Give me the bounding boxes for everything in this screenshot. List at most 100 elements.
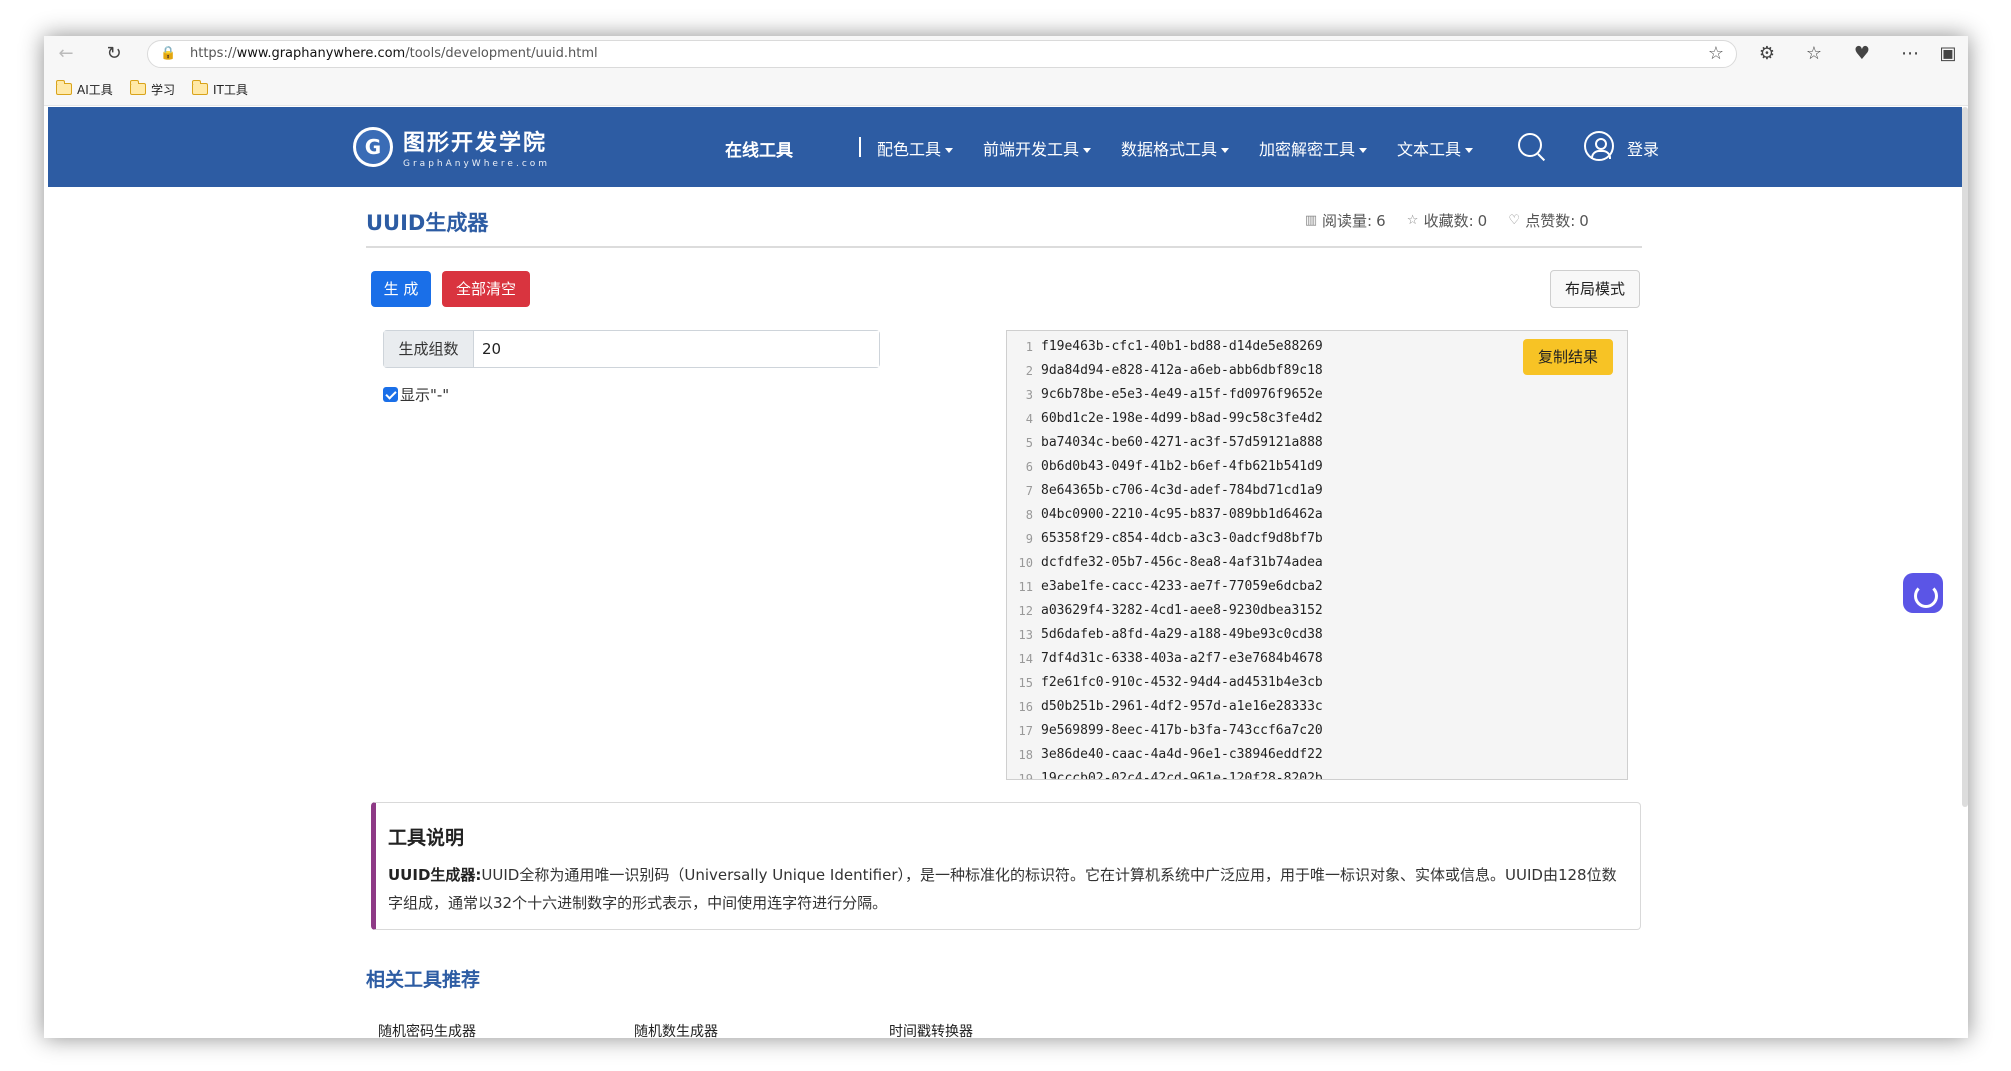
copy-result-button[interactable]: 复制结果 — [1523, 339, 1613, 375]
assistant-float-button[interactable] — [1903, 573, 1943, 613]
chevron-down-icon — [1221, 148, 1230, 153]
nav-color-tools[interactable]: 配色工具 — [877, 136, 954, 160]
nav-text-tools[interactable]: 文本工具 — [1397, 136, 1474, 160]
line-number: 8 — [1025, 508, 1033, 522]
folder-icon — [191, 80, 208, 95]
related-random-password[interactable]: 随机密码生成器 — [378, 1021, 476, 1038]
read-count-value: 6 — [1376, 211, 1386, 230]
favorite-count-label: 收藏数: — [1423, 212, 1474, 230]
output-line: 7 8e64365b-c706-4c3d-adef-784bd71cd1a9 — [1007, 479, 1627, 503]
line-number: 5 — [1025, 436, 1033, 450]
uuid-value: 04bc0900-2210-4c95-b837-089bb1d6462a — [1041, 507, 1323, 522]
bookmark-it-tools[interactable]: IT工具 — [191, 80, 248, 98]
star-icon: ☆ — [1406, 212, 1419, 228]
line-number: 17 — [1018, 724, 1033, 738]
output-line: 17 9e569899-8eec-417b-b3fa-743ccf6a7c20 — [1007, 719, 1627, 743]
output-line: 3 9c6b78be-e5e3-4e49-a15f-fd0976f9652e — [1007, 383, 1627, 407]
url-host: www.graphanywhere.com — [236, 46, 406, 61]
favorites-icon[interactable]: ☆ — [1802, 42, 1826, 66]
bookmark-ai-tools[interactable]: AI工具 — [55, 80, 113, 98]
like-count[interactable]: ♡ 点赞数: 0 — [1507, 210, 1589, 231]
logo-title: 图形开发学院 — [403, 131, 548, 156]
output-line: 11 e3abe1fe-cacc-4233-ae7f-77059e6dcba2 — [1007, 575, 1627, 599]
bookmark-label: IT工具 — [213, 82, 248, 97]
output-line: 8 04bc0900-2210-4c95-b837-089bb1d6462a — [1007, 503, 1627, 527]
nav-label: 加密解密工具 — [1259, 140, 1356, 159]
heart-icon: ♡ — [1508, 212, 1521, 228]
uuid-output[interactable]: 1 f19e463b-cfc1-40b1-bd88-d14de5e88269 2 9d… — [1006, 330, 1628, 780]
related-timestamp[interactable]: 时间戳转换器 — [889, 1021, 973, 1038]
search-icon[interactable] — [1518, 133, 1542, 157]
lock-icon: 🔒 — [160, 46, 177, 61]
show-dash-checkbox[interactable] — [383, 387, 398, 402]
page-scrollbar[interactable] — [1962, 107, 1968, 807]
browser-essentials-icon[interactable]: ♥ — [1850, 42, 1874, 66]
related-random-number[interactable]: 随机数生成器 — [634, 1021, 718, 1038]
page-stats: ▥ 阅读量: 6 ☆ 收藏数: 0 ♡ 点赞数: 0 — [1304, 210, 1589, 231]
uuid-value: f2e61fc0-910c-4532-94d4-ad4531b4e3cb — [1041, 675, 1323, 690]
url-prefix: https:// — [190, 46, 237, 61]
browser-toolbar: ← ↻ 🔒 https://www.graphanywhere.com/tool… — [44, 36, 1968, 72]
generate-button[interactable]: 生 成 — [371, 271, 431, 307]
nav-crypto-tools[interactable]: 加密解密工具 — [1259, 136, 1368, 160]
browser-window: ← ↻ 🔒 https://www.graphanywhere.com/tool… — [44, 36, 1968, 1038]
title-divider — [366, 246, 1642, 248]
output-line: 13 5d6dafeb-a8fd-4a29-a188-49be93c0cd38 — [1007, 623, 1627, 647]
read-count-label: 阅读量: — [1322, 212, 1373, 230]
logo-subtitle: GraphAnyWhere.com — [403, 159, 551, 169]
line-number: 2 — [1025, 364, 1033, 378]
output-line: 4 60bd1c2e-198e-4d99-b8ad-99c58c3fe4d2 — [1007, 407, 1627, 431]
favorite-count-value: 0 — [1477, 211, 1488, 230]
more-icon[interactable]: ⋯ — [1898, 42, 1922, 66]
show-dash-option[interactable]: 显示"-" — [383, 384, 449, 405]
line-number: 18 — [1018, 748, 1033, 762]
uuid-value: 60bd1c2e-198e-4d99-b8ad-99c58c3fe4d2 — [1041, 411, 1323, 426]
favorite-count[interactable]: ☆ 收藏数: 0 — [1406, 210, 1488, 231]
output-line: 10 dcfdfe32-05b7-456c-8ea8-4af31b74adea — [1007, 551, 1627, 575]
line-number: 7 — [1025, 484, 1033, 498]
line-number: 11 — [1018, 580, 1033, 594]
read-count: ▥ 阅读量: 6 — [1304, 210, 1386, 231]
line-number: 14 — [1018, 652, 1033, 666]
user-icon[interactable] — [1584, 131, 1614, 161]
bookmark-study[interactable]: 学习 — [129, 80, 175, 98]
tool-description: 工具说明 UUID生成器:UUID全称为通用唯一识别码（Universally … — [371, 802, 1641, 930]
uuid-value: 0b6d0b43-049f-41b2-b6ef-4fb621b541d9 — [1041, 459, 1323, 474]
line-number: 19 — [1018, 772, 1033, 780]
logo-icon — [353, 127, 393, 167]
login-link[interactable]: 登录 — [1627, 136, 1659, 160]
reload-icon[interactable]: ↻ — [102, 42, 126, 66]
like-count-label: 点赞数: — [1525, 212, 1576, 230]
layout-mode-button[interactable]: 布局模式 — [1550, 270, 1640, 308]
bookmark-star-icon[interactable]: ☆ — [1708, 43, 1724, 64]
uuid-value: 9c6b78be-e5e3-4e49-a15f-fd0976f9652e — [1041, 387, 1323, 402]
line-number: 4 — [1025, 412, 1033, 426]
line-number: 10 — [1018, 556, 1033, 570]
back-icon[interactable]: ← — [54, 42, 78, 66]
uuid-value: ba74034c-be60-4271-ac3f-57d59121a888 — [1041, 435, 1323, 450]
site-logo[interactable]: 图形开发学院 GraphAnyWhere.com — [353, 125, 550, 169]
nav-online-tools[interactable]: 在线工具 — [725, 136, 793, 161]
like-count-value: 0 — [1579, 211, 1589, 230]
url-path: /tools/development/uuid.html — [405, 46, 598, 61]
clear-all-button[interactable]: 全部清空 — [442, 271, 530, 307]
nav-label: 前端开发工具 — [983, 140, 1080, 159]
chevron-down-icon — [1465, 148, 1474, 153]
show-dash-label: 显示"-" — [400, 386, 450, 404]
sidebar-icon[interactable]: ▣ — [1936, 42, 1960, 66]
extensions-icon[interactable]: ⚙ — [1755, 42, 1779, 66]
page-title: UUID生成器 — [366, 211, 489, 235]
uuid-value: d50b251b-2961-4df2-957d-a1e16e28333c — [1041, 699, 1323, 714]
nav-frontend-tools[interactable]: 前端开发工具 — [983, 136, 1092, 160]
nav-label: 文本工具 — [1397, 140, 1462, 159]
count-input-group: 生成组数 — [383, 330, 880, 368]
uuid-value: a03629f4-3282-4cd1-aee8-9230dbea3152 — [1041, 603, 1323, 618]
uuid-value: 3e86de40-caac-4a4d-96e1-c38946eddf22 — [1041, 747, 1323, 762]
address-bar[interactable]: 🔒 https://www.graphanywhere.com/tools/de… — [147, 40, 1737, 68]
line-number: 15 — [1018, 676, 1033, 690]
uuid-value: e3abe1fe-cacc-4233-ae7f-77059e6dcba2 — [1041, 579, 1323, 594]
nav-data-format-tools[interactable]: 数据格式工具 — [1121, 136, 1230, 160]
line-number: 1 — [1025, 340, 1033, 354]
uuid-value: 65358f29-c854-4dcb-a3c3-0adcf9d8bf7b — [1041, 531, 1323, 546]
count-input[interactable] — [474, 331, 879, 367]
